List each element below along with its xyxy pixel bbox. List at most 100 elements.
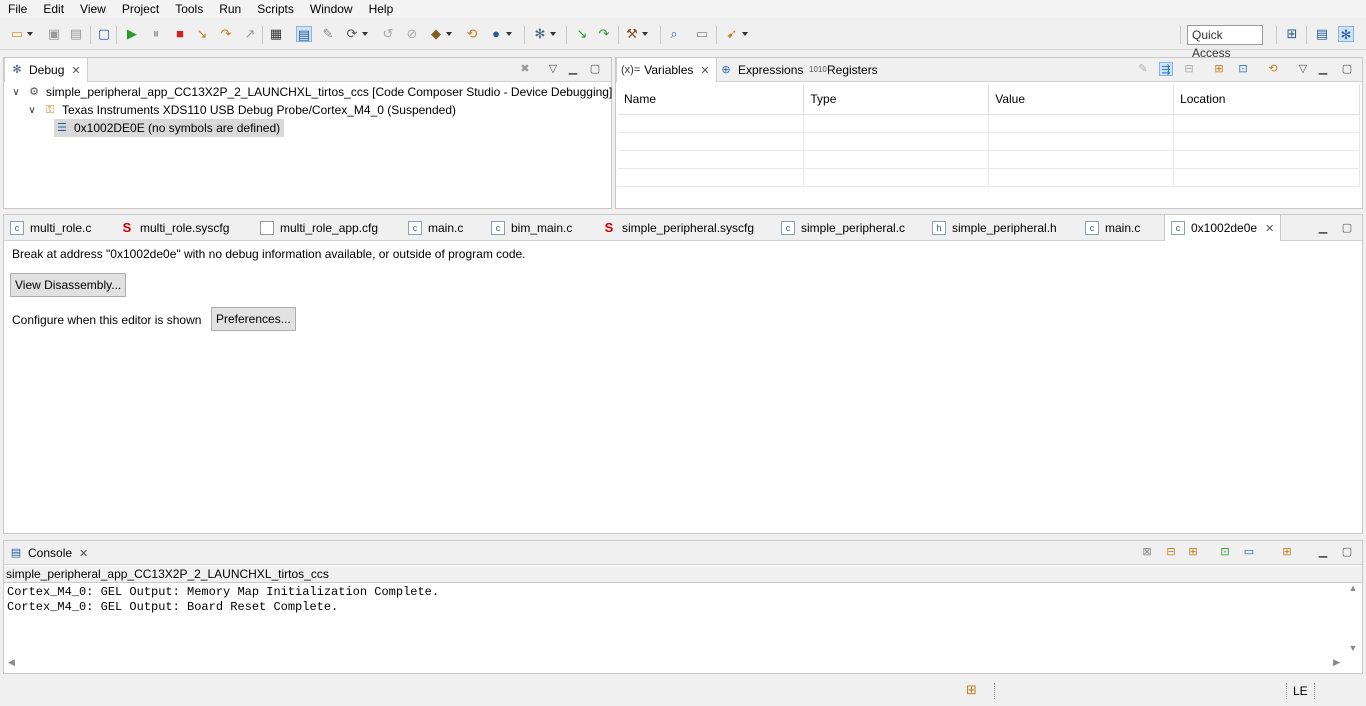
tab-variables[interactable]: (x)= Variables ✕	[616, 58, 717, 82]
step-return-icon[interactable]: ↗	[242, 26, 258, 42]
minimize-icon[interactable]: ▁	[1316, 62, 1330, 76]
view-menu-icon[interactable]: ▽	[546, 62, 560, 76]
show-type-names-icon[interactable]: ✎	[1136, 62, 1150, 76]
reset-icon[interactable]: ⟳	[344, 26, 368, 42]
ccs-edit-perspective-icon[interactable]: ▤	[1314, 26, 1330, 42]
terminate-icon[interactable]: ■	[172, 26, 188, 42]
tab-main-c-2[interactable]: c main.c	[1085, 215, 1140, 241]
minimize-icon[interactable]: ▁	[566, 62, 580, 76]
pin-icon[interactable]: ⊡	[1236, 62, 1250, 76]
run-to-line-icon[interactable]: ●	[488, 26, 512, 42]
tab-expressions[interactable]: ⊕ Expressions	[718, 58, 803, 82]
tab-simple-peripheral-h[interactable]: h simple_peripheral.h	[932, 215, 1057, 241]
tree-item-project[interactable]: ∨ ⚙ simple_peripheral_app_CC13X2P_2_LAUN…	[10, 83, 612, 101]
load-program-icon[interactable]: ◆	[428, 26, 452, 42]
launch-icon[interactable]: ➹	[724, 26, 748, 42]
maximize-icon[interactable]: ▢	[588, 62, 602, 76]
minimize-icon[interactable]: ▁	[1316, 545, 1330, 559]
c-file-icon: c	[10, 221, 24, 235]
vertical-scrollbar[interactable]: ▲ ▼	[1345, 583, 1361, 653]
open-perspective-icon[interactable]: ⊞	[1284, 26, 1300, 42]
word-wrap-icon[interactable]: ⊞	[1186, 545, 1200, 559]
new-view-icon[interactable]: ⊞	[1212, 62, 1226, 76]
tree-item-target[interactable]: ∨ ⚿ Texas Instruments XDS110 USB Debug P…	[26, 101, 456, 119]
chevron-down-icon[interactable]: ∨	[10, 87, 22, 98]
column-value[interactable]: Value	[988, 84, 1175, 115]
open-console-icon[interactable]: ⊞	[1280, 545, 1294, 559]
suspend-icon[interactable]: ⏸	[148, 26, 164, 42]
tab-multi-role-syscfg[interactable]: S multi_role.syscfg	[120, 215, 230, 241]
save-icon[interactable]: ▣	[46, 26, 62, 42]
menu-scripts[interactable]: Scripts	[249, 0, 302, 18]
build-hammer-icon[interactable]: ⚒	[624, 26, 648, 42]
refresh-icon[interactable]: ⟲	[1266, 62, 1280, 76]
menu-window[interactable]: Window	[302, 0, 361, 18]
menu-run[interactable]: Run	[211, 0, 249, 18]
tree-item-frame[interactable]: ☰ 0x1002DE0E (no symbols are defined)	[54, 119, 285, 137]
tab-multi-role-c[interactable]: c multi_role.c	[10, 215, 91, 241]
tab-bim-main-c[interactable]: c bim_main.c	[491, 215, 572, 241]
menu-project[interactable]: Project	[114, 0, 167, 18]
tab-main-c[interactable]: c main.c	[408, 215, 463, 241]
column-name[interactable]: Name	[618, 84, 805, 115]
column-location[interactable]: Location	[1173, 84, 1360, 115]
terminal-icon[interactable]: ▢	[96, 26, 112, 42]
tab-registers[interactable]: 1010 Registers	[809, 58, 878, 82]
assembly-step-over-icon[interactable]: ↷	[596, 26, 612, 42]
close-icon[interactable]: ✕	[71, 64, 80, 77]
horizontal-scrollbar[interactable]: ◀ ▶	[4, 657, 1344, 673]
maximize-icon[interactable]: ▢	[1340, 545, 1354, 559]
pin-console-icon[interactable]: ⊡	[1218, 545, 1232, 559]
step-into-icon[interactable]: ↘	[194, 26, 210, 42]
close-icon[interactable]: ✕	[79, 547, 88, 560]
menu-view[interactable]: View	[72, 0, 114, 18]
maximize-icon[interactable]: ▢	[1340, 221, 1354, 235]
tab-debug[interactable]: ✻ Debug ✕	[4, 58, 88, 82]
chevron-down-icon[interactable]: ∨	[26, 105, 38, 116]
debug-icon[interactable]: ✻	[532, 26, 556, 42]
main-toolbar: ▭ ▣ ▤ ▢ ▶ ⏸ ■ ↘ ↷ ↗ ▦ ▤ ✎ ⟳ ↺ ⊘ ◆ ⟲ ● ✻ …	[0, 20, 1366, 50]
save-all-icon[interactable]: ▤	[68, 26, 84, 42]
menu-tools[interactable]: Tools	[167, 0, 211, 18]
view-disassembly-button[interactable]: View Disassembly...	[10, 273, 127, 297]
task-icon[interactable]: ▭	[694, 26, 710, 42]
memory-grid-icon[interactable]: ▦	[268, 26, 284, 42]
close-icon[interactable]: ✕	[700, 64, 709, 77]
tab-multi-role-app-cfg[interactable]: multi_role_app.cfg	[260, 215, 378, 241]
disable-breakpoints-icon[interactable]: ⊘	[404, 26, 420, 42]
variables-view: (x)= Variables ✕ ⊕ Expressions 1010 Regi…	[615, 57, 1363, 209]
scroll-lock-icon[interactable]: ⊟	[1164, 545, 1178, 559]
assembly-step-into-icon[interactable]: ↘	[574, 26, 590, 42]
ccs-debug-perspective-icon[interactable]: ✻	[1338, 26, 1354, 42]
connect-icon[interactable]: ✎	[320, 26, 336, 42]
progress-icon[interactable]: ⊞	[966, 682, 984, 698]
resume-icon[interactable]: ▶	[124, 26, 140, 42]
minimize-icon[interactable]: ▁	[1316, 221, 1330, 235]
menu-file[interactable]: File	[0, 0, 35, 18]
status-encoding: LE	[1293, 684, 1308, 698]
menu-edit[interactable]: Edit	[35, 0, 72, 18]
quick-access-input[interactable]: Quick Access	[1187, 25, 1263, 60]
display-console-icon[interactable]: ▭	[1242, 545, 1256, 559]
restart-icon[interactable]: ↺	[380, 26, 396, 42]
preferences-button[interactable]: Preferences...	[211, 307, 296, 331]
instruction-step-icon[interactable]: ▤	[296, 26, 312, 42]
maximize-icon[interactable]: ▢	[1340, 62, 1354, 76]
collapse-all-icon[interactable]: ⊟	[1182, 62, 1196, 76]
tab-simple-peripheral-syscfg[interactable]: S simple_peripheral.syscfg	[602, 215, 754, 241]
show-logical-structure-icon[interactable]: ⇶	[1159, 62, 1173, 76]
tab-0x1002de0e[interactable]: c 0x1002de0e ✕	[1164, 215, 1282, 241]
remove-all-terminated-icon[interactable]: ✖	[518, 62, 532, 76]
tab-console[interactable]: ▤ Console ✕	[8, 541, 88, 565]
refresh-icon[interactable]: ⟲	[464, 26, 480, 42]
tab-simple-peripheral-c[interactable]: c simple_peripheral.c	[781, 215, 905, 241]
clear-console-icon[interactable]: ⊠	[1140, 545, 1154, 559]
view-menu-icon[interactable]: ▽	[1296, 62, 1310, 76]
search-icon[interactable]: ⌕	[666, 26, 682, 42]
menu-help[interactable]: Help	[361, 0, 402, 18]
syscfg-file-icon: S	[122, 220, 132, 235]
close-icon[interactable]: ✕	[1265, 222, 1274, 235]
step-over-icon[interactable]: ↷	[218, 26, 234, 42]
column-type[interactable]: Type	[803, 84, 990, 115]
new-icon[interactable]: ▭	[9, 26, 33, 42]
